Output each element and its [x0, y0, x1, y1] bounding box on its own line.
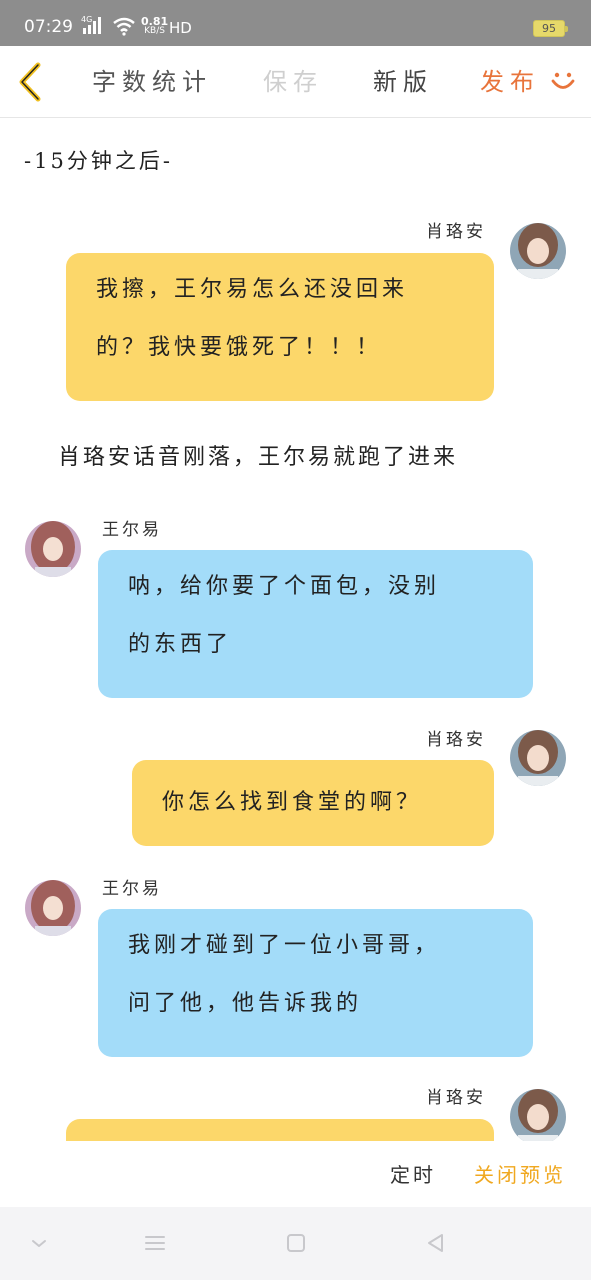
battery-level: 95	[542, 22, 556, 35]
back-chevron-icon[interactable]	[14, 60, 48, 104]
publish-button[interactable]: 发布	[480, 62, 540, 97]
story-preview[interactable]: -15分钟之后- 肖珞安 我擦，王尔易怎么还没回来 的？我快要饿死了！！！ 肖珞…	[0, 119, 591, 1141]
chat-bubble[interactable]: 我刚才碰到了一位小哥哥， 问了他，他告诉我的	[98, 909, 533, 1057]
editor-toolbar: 字数统计 保存 新版 发布	[0, 46, 591, 118]
chat-bubble-line: 的？我快要饿死了！！！	[96, 335, 383, 360]
timer-button[interactable]: 定时	[390, 1159, 436, 1188]
new-version-button[interactable]: 新版	[373, 62, 433, 97]
avatar-image	[510, 1089, 566, 1141]
menu-icon[interactable]	[143, 1231, 167, 1255]
chevron-down-icon[interactable]	[27, 1231, 51, 1255]
message-sender-name: 王尔易	[102, 520, 162, 540]
network-speed: 0.81 KB/S	[141, 16, 168, 36]
home-square-icon[interactable]	[284, 1231, 308, 1255]
avatar[interactable]	[25, 521, 81, 577]
word-count-button[interactable]: 字数统计	[92, 62, 212, 97]
avatar-image	[25, 521, 81, 577]
close-preview-button[interactable]: 关闭预览	[474, 1159, 566, 1188]
preview-action-bar: 定时 关闭预览	[0, 1141, 591, 1207]
chat-bubble[interactable]: 呐，给你要了个面包，没别 的东西了	[98, 550, 533, 698]
chat-bubble-line: 问了他，他告诉我的	[128, 991, 363, 1016]
hd-indicator: HD	[169, 19, 192, 37]
avatar[interactable]	[510, 730, 566, 786]
smile-icon[interactable]	[549, 66, 577, 94]
avatar-image	[25, 880, 81, 936]
avatar[interactable]	[25, 880, 81, 936]
chat-bubble[interactable]: 我擦，王尔易怎么还没回来 的？我快要饿死了！！！	[66, 253, 494, 401]
message-sender-name: 肖珞安	[426, 1088, 486, 1108]
system-nav-bar	[0, 1207, 591, 1280]
chat-bubble-line: 你怎么找到食堂的啊？	[162, 790, 423, 815]
chat-bubble-line: 的东西了	[128, 632, 233, 657]
avatar[interactable]	[510, 1089, 566, 1141]
signal-label: 4G	[81, 15, 92, 24]
back-triangle-icon[interactable]	[423, 1231, 447, 1255]
narration-text: 肖珞安话音刚落，王尔易就跑了进来	[58, 445, 459, 470]
message-sender-name: 肖珞安	[426, 222, 486, 242]
message-sender-name: 肖珞安	[426, 730, 486, 750]
message-sender-name: 王尔易	[102, 879, 162, 899]
signal-icon: 4G	[81, 15, 101, 34]
chat-bubble-line: 我刚才碰到了一位小哥哥，	[128, 933, 441, 958]
chat-bubble[interactable]	[66, 1119, 494, 1141]
chat-bubble[interactable]: 你怎么找到食堂的啊？	[132, 760, 494, 846]
status-time: 07:29	[24, 17, 73, 37]
chat-bubble-line: 我擦，王尔易怎么还没回来	[96, 277, 409, 302]
avatar-image	[510, 223, 566, 279]
scene-marker: -15分钟之后-	[24, 149, 173, 173]
save-button[interactable]: 保存	[263, 62, 323, 97]
avatar-image	[510, 730, 566, 786]
chat-bubble-line: 呐，给你要了个面包，没别	[128, 574, 441, 599]
battery-icon: 95	[533, 20, 568, 37]
avatar[interactable]	[510, 223, 566, 279]
status-bar: 07:29 4G 0.81 KB/S HD 95	[0, 0, 591, 46]
wifi-icon	[113, 17, 135, 36]
speed-unit: KB/S	[144, 26, 165, 36]
